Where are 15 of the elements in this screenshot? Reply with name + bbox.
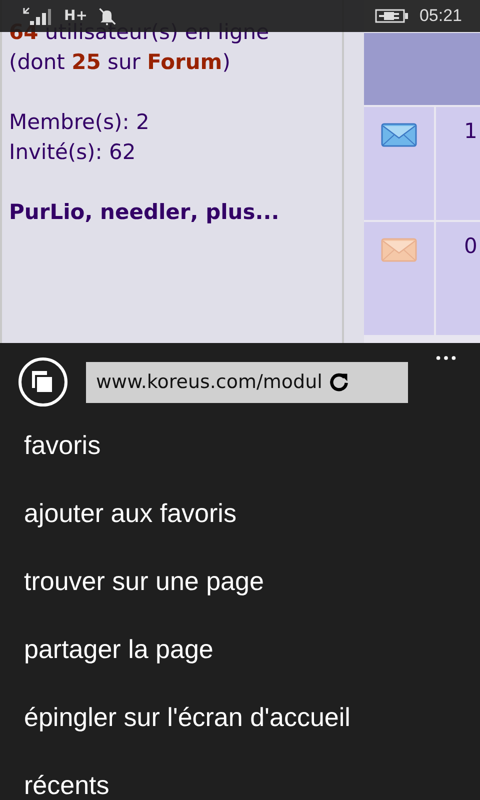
address-field[interactable]: www.koreus.com/modul <box>86 362 408 402</box>
menu-item[interactable]: ajouter aux favoris <box>24 489 480 557</box>
clock-time: 05:21 <box>419 6 462 26</box>
guest-count: Invité(s): 62 <box>9 139 137 166</box>
table-cell: 1 <box>464 119 478 143</box>
menu-item[interactable]: favoris <box>24 421 480 489</box>
menu-item[interactable]: épingler sur l'écran d'accueil <box>24 693 480 761</box>
member-names: PurLio, needler, plus... <box>9 199 280 226</box>
menu-item[interactable]: partager la page <box>24 625 480 693</box>
menu-item[interactable]: récents <box>24 761 480 800</box>
table-cell: 0 <box>464 234 478 258</box>
network-type: H+ <box>64 8 88 24</box>
menu-item[interactable]: trouver sur une page <box>24 557 480 625</box>
online-detail: (dont 25 sur Forum) <box>9 49 232 76</box>
member-count: Membre(s): 2 <box>9 109 150 136</box>
